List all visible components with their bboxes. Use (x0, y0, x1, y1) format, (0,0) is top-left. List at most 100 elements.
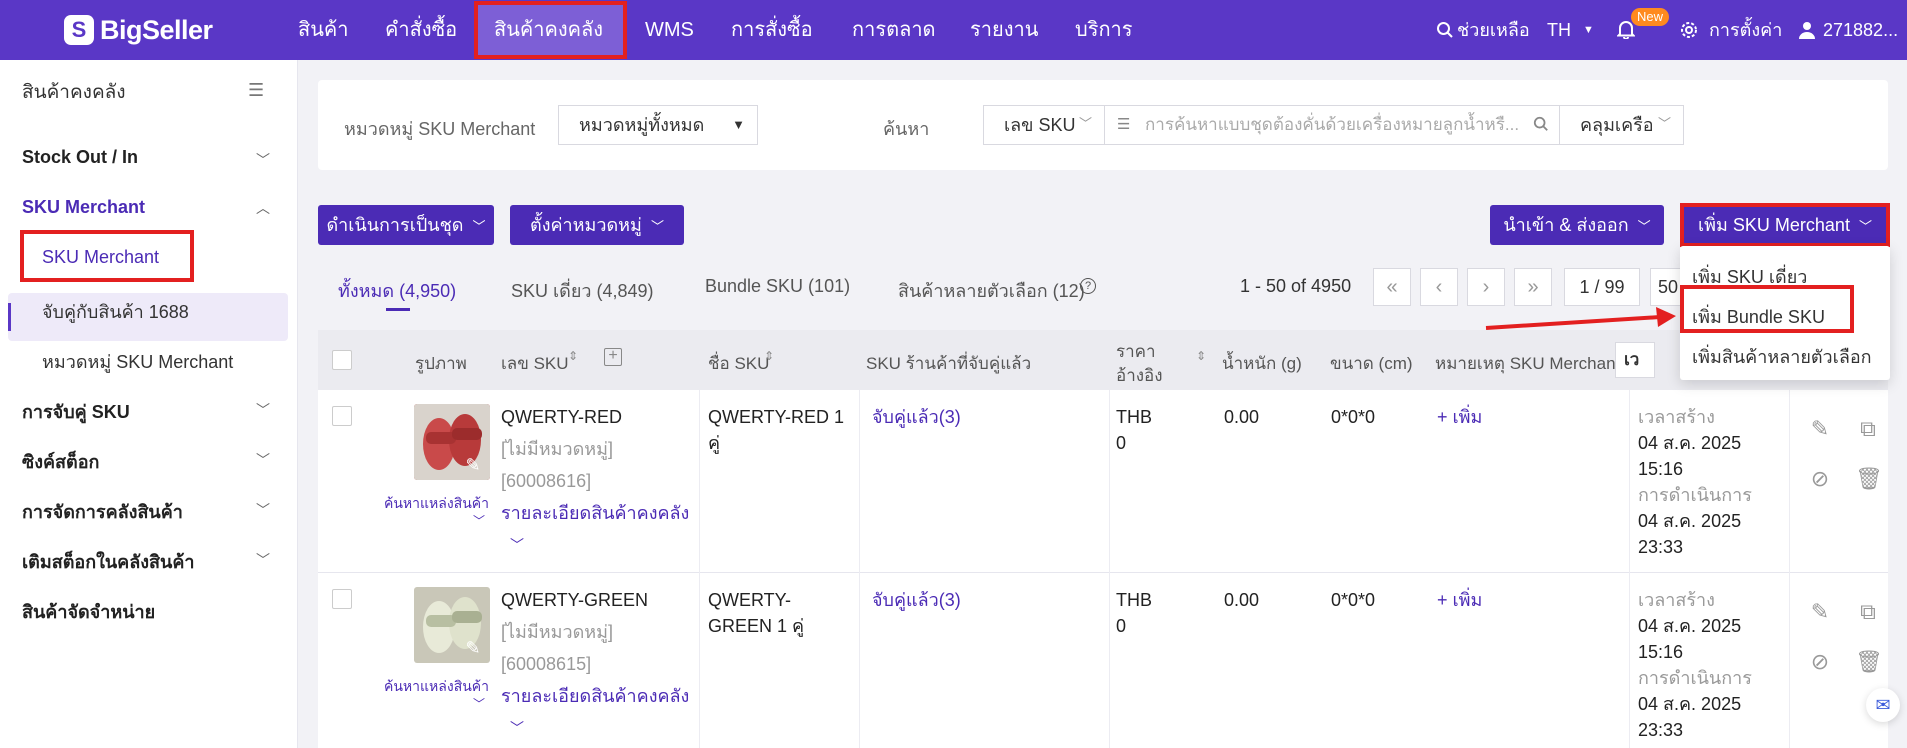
nav-products[interactable]: สินค้า (298, 0, 349, 60)
sidebar-item-sku-category[interactable]: หมวดหมู่ SKU Merchant (42, 347, 233, 376)
row-checkbox[interactable] (332, 589, 352, 609)
inventory-detail-link[interactable]: รายละเอียดสินค้าคงคลัง (501, 683, 689, 709)
nav-purchase[interactable]: การสั่งซื้อ (731, 0, 813, 60)
trash-icon[interactable]: 🗑 (1855, 649, 1883, 675)
chat-icon[interactable]: ✉ (1866, 688, 1900, 722)
sidebar-active-indicator (8, 303, 11, 331)
select-all-checkbox[interactable] (332, 350, 352, 370)
weight-value: 0.00 (1224, 407, 1260, 427)
copy-icon[interactable]: ⧉ (1855, 599, 1881, 625)
sidebar-item-sku-merchant[interactable]: SKU Merchant (42, 247, 159, 268)
edit-image-icon[interactable]: ✎ (462, 454, 484, 476)
sidebar-group-warehouse[interactable]: การจัดการคลังสินค้า (22, 497, 183, 526)
menu-item-add-variant-product[interactable]: เพิ่มสินค้าหลายตัวเลือก (1692, 342, 1872, 371)
link-icon[interactable]: ⊘ (1807, 649, 1833, 675)
copy-icon[interactable]: ⧉ (1855, 416, 1881, 442)
header-sku-number[interactable]: เลข SKU (501, 350, 569, 377)
sidebar-group-stock-out-in[interactable]: Stock Out / In (22, 147, 138, 168)
add-sku-merchant-label: เพิ่ม SKU Merchant (1698, 215, 1850, 235)
bulk-actions-button[interactable]: ดำเนินการเป็นชุด ﹀ (318, 205, 494, 245)
nav-wms[interactable]: WMS (645, 0, 694, 60)
add-column-icon[interactable]: + (604, 348, 622, 366)
category-filter-select[interactable]: หมวดหมู่ทั้งหมด ▼ (558, 105, 758, 145)
add-note-link[interactable]: + เพิ่ม (1437, 404, 1482, 430)
created-date: 04 ส.ค. 2025 (1638, 433, 1742, 453)
tab-all[interactable]: ทั้งหมด (4,950) (338, 276, 456, 305)
help-circle-icon[interactable]: ? (1080, 278, 1096, 294)
bell-icon[interactable] (1616, 0, 1636, 60)
link-icon[interactable]: ⊘ (1807, 466, 1833, 492)
user-icon[interactable] (1798, 0, 1816, 60)
menu-item-add-bundle-sku[interactable]: เพิ่ม Bundle SKU (1692, 302, 1825, 331)
tab-bundle-sku[interactable]: Bundle SKU (101) (705, 276, 850, 297)
import-export-button[interactable]: นำเข้า & ส่งออก ﹀ (1490, 205, 1664, 245)
sidebar-group-sku-matching[interactable]: การจับคู่ SKU (22, 397, 130, 426)
tab-single-sku[interactable]: SKU เดี่ยว (4,849) (511, 276, 654, 305)
product-thumbnail[interactable]: ✎ (414, 587, 490, 663)
collapse-sidebar-icon[interactable]: ☰ (248, 80, 264, 101)
search-icon[interactable] (1436, 0, 1454, 60)
chevron-down-icon[interactable]: ﹀ (510, 532, 524, 558)
chevron-down-icon[interactable]: ﹀ (473, 691, 485, 717)
chevron-down-icon[interactable]: ﹀ (473, 508, 485, 534)
trash-icon[interactable]: 🗑 (1855, 466, 1883, 492)
edit-image-icon[interactable]: ✎ (462, 637, 484, 659)
user-account[interactable]: 271882... (1823, 0, 1898, 60)
matched-store-sku-link[interactable]: จับคู่แล้ว(3) (872, 587, 961, 613)
search-field-select[interactable]: เลข SKU ﹀ (983, 105, 1105, 145)
nav-services[interactable]: บริการ (1075, 0, 1133, 60)
chevron-down-icon: ﹀ (472, 219, 486, 234)
language-selector[interactable]: TH (1547, 0, 1571, 60)
top-navigation-bar: S BigSeller สินค้า คำสั่งซื้อ สินค้าคงคล… (0, 0, 1907, 60)
match-mode-select[interactable]: คลุมเครือ ﹀ (1559, 105, 1684, 145)
nav-orders[interactable]: คำสั่งซื้อ (385, 0, 457, 60)
header-sku-name[interactable]: ชื่อ SKU (708, 350, 769, 377)
sort-icon[interactable]: ⇕ (568, 349, 578, 363)
updated-time: 23:33 (1638, 720, 1684, 740)
chevron-down-icon[interactable]: ﹀ (510, 715, 524, 741)
bigseller-logo[interactable]: S BigSeller (64, 12, 213, 48)
nav-reports[interactable]: รายงาน (970, 0, 1038, 60)
nav-marketing[interactable]: การตลาด (852, 0, 936, 60)
sku-name-line2: GREEN 1 คู่ (708, 616, 805, 636)
chevron-down-icon: ﹀ (1078, 116, 1092, 131)
row-checkbox[interactable] (332, 406, 352, 426)
settings-link[interactable]: การตั้งค่า (1709, 0, 1782, 60)
chevron-down-icon: ﹀ (1858, 219, 1872, 234)
search-icon[interactable] (1533, 107, 1549, 145)
updated-date: 04 ส.ค. 2025 (1638, 694, 1742, 714)
header-note: หมายเหตุ SKU Merchant (1435, 354, 1621, 373)
edit-icon[interactable]: ✎ (1807, 599, 1833, 625)
sidebar-group-sku-merchant[interactable]: SKU Merchant (22, 197, 145, 218)
sidebar-group-distribution[interactable]: สินค้าจัดจำหน่าย (22, 597, 155, 626)
chevron-down-icon: ﹀ (256, 152, 270, 168)
chevron-down-icon: ﹀ (650, 219, 664, 234)
bulk-actions-label: ดำเนินการเป็นชุด (326, 215, 464, 235)
updated-date: 04 ส.ค. 2025 (1638, 511, 1742, 531)
product-thumbnail[interactable]: ✎ (414, 404, 490, 480)
add-sku-merchant-button[interactable]: เพิ่ม SKU Merchant ﹀ (1682, 205, 1888, 245)
menu-item-add-single-sku[interactable]: เพิ่ม SKU เดี่ยว (1692, 262, 1807, 291)
prev-page-button[interactable]: ‹ (1420, 268, 1458, 306)
time-sort-select[interactable]: เว (1615, 342, 1655, 378)
set-category-button[interactable]: ตั้งค่าหมวดหมู่ ﹀ (510, 205, 684, 245)
gear-icon[interactable] (1680, 0, 1698, 60)
category-filter-label: หมวดหมู่ SKU Merchant (344, 119, 536, 139)
first-page-button[interactable]: « (1373, 268, 1411, 306)
inventory-detail-link[interactable]: รายละเอียดสินค้าคงคลัง (501, 500, 689, 526)
sidebar-group-stock-sync[interactable]: ซิงค์สต็อก (22, 447, 99, 476)
sort-icon[interactable]: ⇕ (1196, 349, 1206, 363)
sku-name-line1: QWERTY- (708, 590, 792, 610)
sku-number: QWERTY-RED (501, 407, 623, 427)
sidebar-group-restock[interactable]: เติมสต็อกในคลังสินค้า (22, 547, 195, 576)
nav-inventory[interactable]: สินค้าคงคลัง (494, 0, 603, 60)
tab-variant-products[interactable]: สินค้าหลายตัวเลือก (12) (898, 276, 1085, 305)
sidebar-item-1688-match[interactable]: จับคู่กับสินค้า 1688 (42, 297, 189, 326)
search-input[interactable]: ☰ การค้นหาแบบชุดต้องคั่นด้วยเครื่องหมายล… (1104, 105, 1560, 145)
batch-search-icon[interactable]: ☰ (1117, 106, 1130, 144)
add-note-link[interactable]: + เพิ่ม (1437, 587, 1482, 613)
matched-store-sku-link[interactable]: จับคู่แล้ว(3) (872, 404, 961, 430)
sort-icon[interactable]: ⇕ (764, 349, 774, 363)
edit-icon[interactable]: ✎ (1807, 416, 1833, 442)
help-link[interactable]: ช่วยเหลือ (1457, 0, 1530, 60)
